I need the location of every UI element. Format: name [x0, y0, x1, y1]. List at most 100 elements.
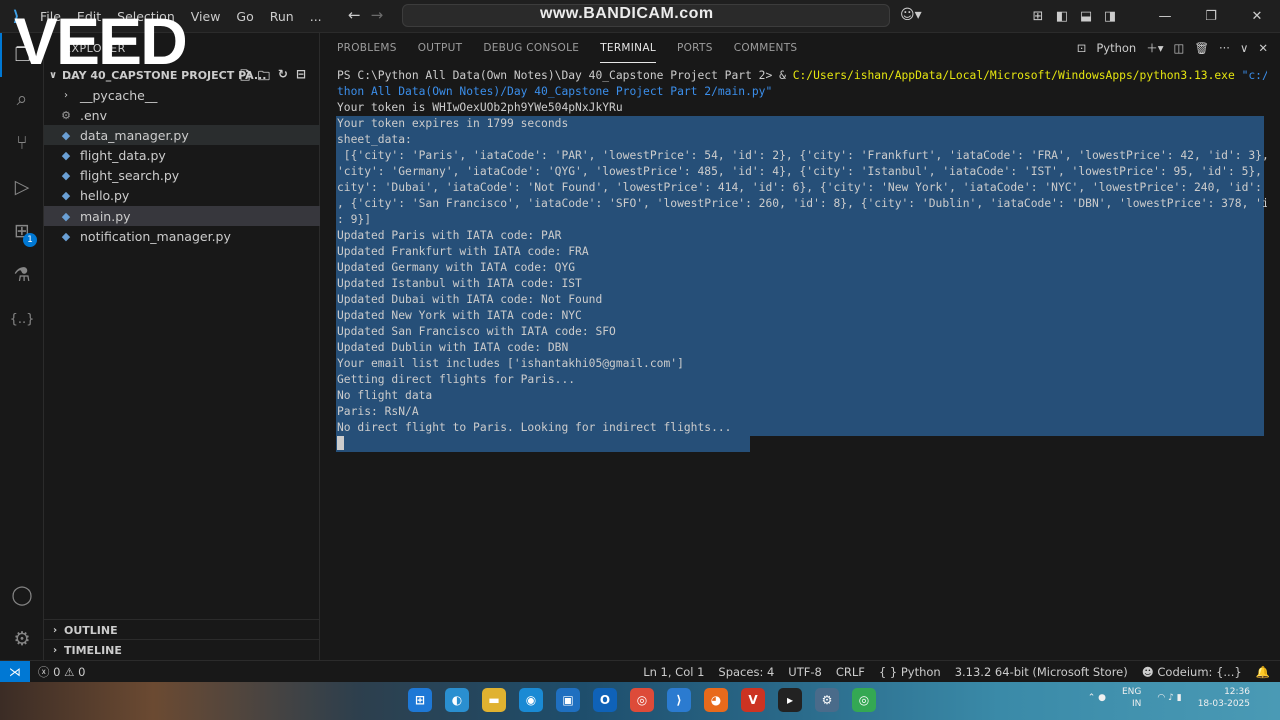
windows-start-icon[interactable]: ⊞ — [408, 688, 432, 712]
problems-status[interactable]: ⓧ 0 ⚠ 0 — [38, 664, 85, 680]
cursor-position[interactable]: Ln 1, Col 1 — [643, 665, 704, 679]
codeium-status[interactable]: ☻ Codeium: {...} — [1142, 665, 1242, 679]
menu-view[interactable]: View — [183, 9, 229, 24]
title-bar: ⟩ File Edit Selection View Go Run ... ← … — [0, 0, 1280, 33]
account-icon[interactable]: ◯ — [0, 573, 44, 617]
tree-item-flight-search[interactable]: ◆ flight_search.py — [44, 165, 320, 185]
back-arrow-icon[interactable]: ← — [348, 6, 361, 24]
terminal-line: , {'city': 'San Francisco', 'iataCode': … — [337, 197, 1267, 210]
store-icon[interactable]: ▣ — [556, 688, 580, 712]
warning-count: 0 — [78, 664, 86, 679]
chevron-down-icon[interactable]: ∨ — [1240, 41, 1248, 55]
chrome-alt-icon[interactable]: ◎ — [852, 688, 876, 712]
run-debug-icon[interactable]: ▷ — [0, 165, 44, 209]
menu-more[interactable]: ... — [302, 9, 330, 24]
outlook-icon[interactable]: O — [593, 688, 617, 712]
tab-terminal[interactable]: TERMINAL — [600, 33, 656, 63]
terminal-line: No flight data — [337, 389, 433, 402]
tree-item-env[interactable]: ⚙ .env — [44, 105, 320, 125]
tree-item-hello[interactable]: ◆ hello.py — [44, 185, 320, 205]
search-icon[interactable]: ⌕ — [0, 77, 44, 121]
line-endings[interactable]: CRLF — [836, 665, 865, 679]
restore-icon[interactable]: ❐ — [1188, 9, 1234, 24]
close-panel-icon[interactable]: ✕ — [1258, 41, 1268, 55]
tree-item-pycache[interactable]: › __pycache__ — [44, 85, 320, 105]
tray-icons[interactable]: ⌃ ● — [1088, 693, 1106, 703]
terminal-cursor-line — [337, 436, 1267, 452]
tab-comments[interactable]: COMMENTS — [734, 33, 798, 63]
tab-problems[interactable]: PROBLEMS — [337, 33, 397, 63]
tree-item-notification-manager[interactable]: ◆ notification_manager.py — [44, 226, 320, 246]
testing-icon[interactable]: ⚗ — [0, 253, 44, 297]
menu-go[interactable]: Go — [228, 9, 261, 24]
indentation[interactable]: Spaces: 4 — [718, 665, 774, 679]
terminal-profile-icon[interactable]: ⊡ — [1077, 41, 1087, 55]
terminal-line: Updated Frankfurt with IATA code: FRA — [337, 245, 589, 258]
chevron-right-icon: › — [52, 644, 58, 656]
activity-bar: ❐ ⌕ ⑂ ▷ ⊞ 1 ⚗ {..} ◯ ⚙ — [0, 33, 44, 660]
split-terminal-icon[interactable]: ◫ — [1173, 41, 1184, 55]
terminal-output[interactable]: PS C:\Python All Data(Own Notes)\Day 40_… — [336, 68, 1267, 452]
file-explorer-icon[interactable]: ▬ — [482, 688, 506, 712]
copilot-app-icon[interactable]: ◐ — [445, 688, 469, 712]
terminal-line: Paris: RsN/A — [337, 405, 419, 418]
terminal-line: Getting direct flights for Paris... — [337, 373, 576, 386]
edge-browser-icon[interactable]: ◉ — [519, 688, 543, 712]
settings-app-icon[interactable]: ⚙ — [815, 688, 839, 712]
terminal-cursor — [337, 436, 344, 450]
language-indicator[interactable]: ENG IN — [1122, 686, 1141, 710]
source-control-icon[interactable]: ⑂ — [0, 121, 44, 165]
extensions-icon[interactable]: ⊞ 1 — [0, 209, 44, 253]
vivaldi-icon[interactable]: V — [741, 688, 765, 712]
system-clock[interactable]: 12:36 18-03-2025 — [1198, 686, 1250, 710]
toggle-sidebar-icon[interactable]: ◧ — [1050, 9, 1074, 24]
tree-item-main[interactable]: ◆ main.py — [44, 206, 320, 226]
wifi-icon[interactable]: ◠ ♪ ▮ — [1157, 693, 1181, 703]
language-mode[interactable]: { } Python — [879, 665, 941, 679]
terminal-app-icon[interactable]: ▸ — [778, 688, 802, 712]
more-actions-icon[interactable]: ··· — [1219, 41, 1230, 55]
json-icon[interactable]: {..} — [0, 297, 44, 341]
encoding[interactable]: UTF-8 — [788, 665, 822, 679]
copilot-icon[interactable]: ☺▾ — [900, 7, 922, 23]
tab-debug-console[interactable]: DEBUG CONSOLE — [483, 33, 579, 63]
chevron-right-icon: › — [52, 624, 58, 636]
terminal-profile-label[interactable]: Python — [1096, 41, 1136, 55]
vscode-taskbar-icon[interactable]: ⟩ — [667, 688, 691, 712]
tree-item-flight-data[interactable]: ◆ flight_data.py — [44, 145, 320, 165]
kill-terminal-icon[interactable]: 🗑 — [1194, 41, 1209, 55]
tab-ports[interactable]: PORTS — [677, 33, 713, 63]
tree-item-data-manager[interactable]: ◆ data_manager.py — [44, 125, 320, 145]
tab-output[interactable]: OUTPUT — [418, 33, 463, 63]
terminal-line: Your token is WHIwOexUOb2ph9YWe504pNxJkY… — [337, 101, 623, 114]
notifications-bell-icon[interactable]: 🔔 — [1256, 665, 1270, 679]
language-code: ENG — [1122, 687, 1142, 697]
terminal-command-line: PS C:\Python All Data(Own Notes)\Day 40_… — [337, 68, 1267, 84]
language-label: Python — [900, 665, 941, 679]
chrome-icon[interactable]: ◎ — [630, 688, 654, 712]
settings-gear-icon[interactable]: ⚙ — [0, 617, 44, 661]
outline-section[interactable]: › OUTLINE — [44, 620, 320, 640]
python-interpreter[interactable]: 3.13.2 64-bit (Microsoft Store) — [955, 665, 1128, 679]
windows-taskbar: ⊞ ◐ ▬ ◉ ▣ O ◎ ⟩ ◕ V ▸ ⚙ ◎ ⌃ ● ENG IN ◠ ♪ … — [0, 682, 1280, 720]
forward-arrow-icon[interactable]: → — [371, 6, 384, 24]
python-file-icon: ◆ — [61, 148, 71, 162]
outline-label: OUTLINE — [64, 623, 118, 637]
toggle-panel-icon[interactable]: ⬓ — [1074, 9, 1098, 24]
minimize-icon[interactable]: — — [1142, 9, 1188, 24]
remote-indicator-icon[interactable]: ⋊ — [0, 660, 30, 683]
terminal-command: C:/Users/ishan/AppData/Local/Microsoft/W… — [792, 69, 1235, 82]
timeline-section[interactable]: › TIMELINE — [44, 640, 320, 660]
customize-layout-icon[interactable]: ⊞ — [1026, 9, 1050, 24]
tree-item-label: hello.py — [80, 187, 130, 203]
menu-run[interactable]: Run — [262, 9, 302, 24]
close-icon[interactable]: ✕ — [1234, 9, 1280, 24]
terminal-line: Updated Germany with IATA code: QYG — [337, 261, 576, 274]
terminal-line: thon All Data(Own Notes)/Day 40_Capstone… — [337, 85, 773, 98]
terminal-line: Updated San Francisco with IATA code: SF… — [337, 325, 616, 338]
new-terminal-icon[interactable]: ＋▾ — [1146, 40, 1163, 56]
terminal-prompt: PS C:\Python All Data(Own Notes)\Day 40_… — [337, 69, 793, 82]
toggle-secondary-sidebar-icon[interactable]: ◨ — [1098, 9, 1122, 24]
firefox-icon[interactable]: ◕ — [704, 688, 728, 712]
codeium-label: Codeium: {...} — [1157, 665, 1242, 679]
